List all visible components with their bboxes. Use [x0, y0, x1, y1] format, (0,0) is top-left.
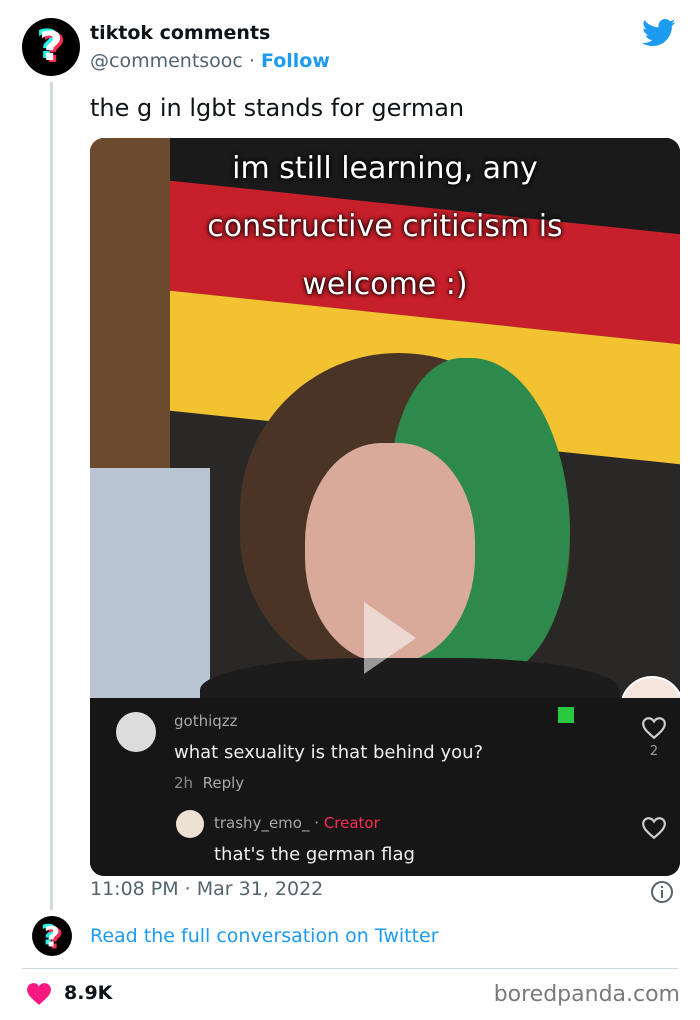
- reply-text: that's the german flag: [214, 844, 415, 865]
- watermark: boredpanda.com: [493, 982, 680, 1007]
- info-icon[interactable]: [650, 880, 674, 904]
- green-square-icon: [558, 707, 574, 723]
- comment-username[interactable]: gothiqzz: [174, 712, 238, 730]
- question-mark-icon: ???: [36, 22, 66, 72]
- heart-icon[interactable]: [26, 982, 52, 1006]
- creator-avatar[interactable]: [176, 810, 204, 838]
- author-handle-row: @commentsooc · Follow: [90, 50, 330, 72]
- caption-line: welcome :): [302, 267, 468, 302]
- comment-time: 2h: [174, 774, 194, 792]
- twitter-bird-icon[interactable]: [642, 18, 676, 48]
- divider: [22, 968, 678, 969]
- reply-user-row: trashy_emo_ · Creator: [214, 814, 380, 832]
- creator-badge: Creator: [323, 814, 380, 832]
- follow-button[interactable]: Follow: [261, 50, 330, 72]
- comment-meta: 2h Reply: [174, 774, 244, 792]
- comment-text: what sexuality is that behind you?: [174, 742, 484, 763]
- window-light: [90, 468, 210, 698]
- caption-line: constructive criticism is: [207, 209, 563, 244]
- tweet-text: the g in lgbt stands for german: [90, 94, 465, 122]
- comments-panel: gothiqzz what sexuality is that behind y…: [90, 698, 680, 876]
- tweet-timestamp[interactable]: 11:08 PM · Mar 31, 2022: [90, 878, 323, 900]
- question-mark-icon: ???: [40, 917, 64, 955]
- heart-outline-icon[interactable]: [641, 816, 667, 840]
- caption-line: im still learning, any: [232, 151, 538, 186]
- author-avatar[interactable]: ???: [22, 18, 80, 76]
- author-display-name[interactable]: tiktok comments: [90, 22, 270, 44]
- author-handle[interactable]: @commentsooc: [90, 50, 243, 72]
- comment-like-count: 2: [649, 744, 659, 759]
- read-conversation-link[interactable]: Read the full conversation on Twitter: [90, 925, 439, 947]
- video-caption: im still learning, any constructive crit…: [90, 140, 680, 314]
- thread-line: [50, 82, 53, 910]
- video-frame[interactable]: im still learning, any constructive crit…: [90, 138, 680, 698]
- reply-button[interactable]: Reply: [203, 774, 245, 792]
- like-count: 8.9K: [64, 982, 113, 1004]
- footer-avatar[interactable]: ???: [32, 916, 72, 956]
- commenter-avatar[interactable]: [116, 712, 156, 752]
- reply-username[interactable]: trashy_emo_: [214, 814, 309, 832]
- play-icon[interactable]: [360, 598, 420, 678]
- tweet-media[interactable]: im still learning, any constructive crit…: [90, 138, 680, 876]
- separator-dot: ·: [314, 814, 320, 832]
- separator-dot: ·: [248, 50, 255, 72]
- heart-outline-icon[interactable]: [641, 716, 667, 740]
